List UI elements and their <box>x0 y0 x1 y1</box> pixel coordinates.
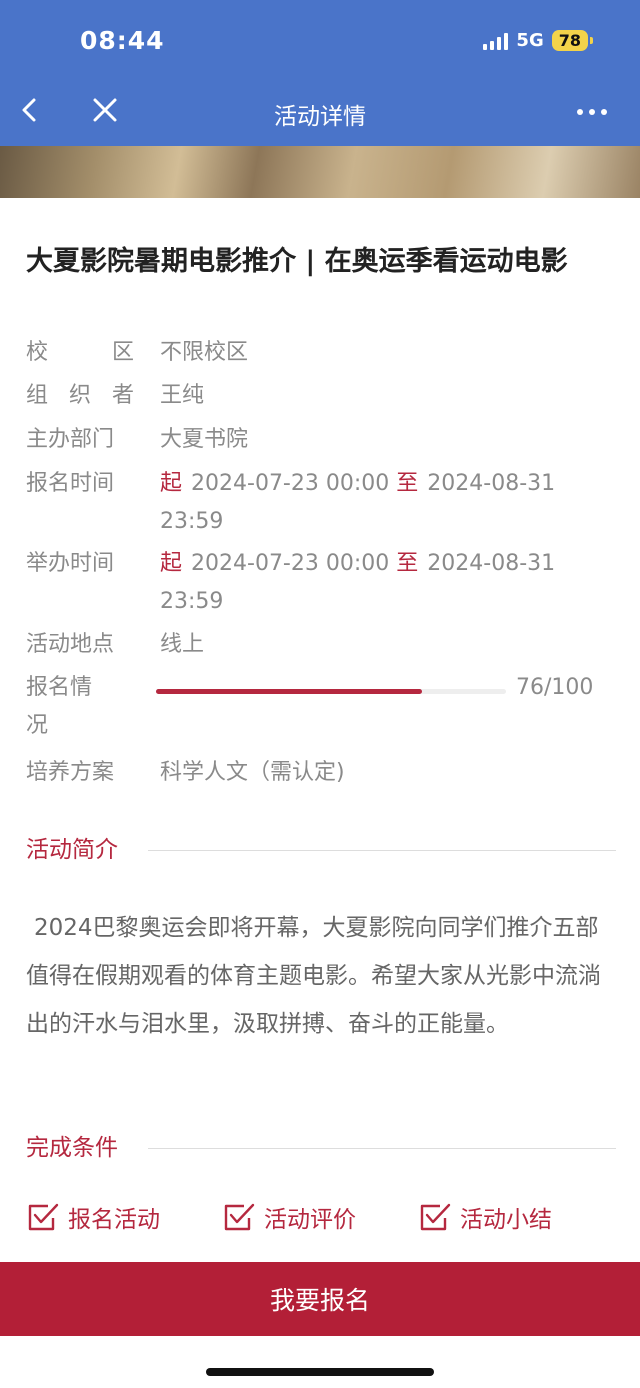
more-dots-icon <box>577 109 607 115</box>
hold-time-value: 起 2024-07-23 00:00 至 2024-08-31 23:59 <box>160 551 556 614</box>
program-value: 科学人文（需认定) <box>160 760 345 785</box>
condition-summary[interactable]: 活动小结 <box>418 1200 552 1234</box>
edit-check-icon <box>420 1203 451 1231</box>
divider <box>148 1148 616 1149</box>
intro-heading: 活动简介 <box>26 830 130 870</box>
campus-value: 不限校区 <box>160 340 249 365</box>
top-bar: 08:44 5G 78 活动详情 <box>0 0 640 146</box>
edit-check-icon <box>224 1203 255 1231</box>
signup-progress-bar <box>156 689 506 694</box>
host-dept-value: 大夏书院 <box>160 427 249 452</box>
network-type: 5G <box>516 30 544 51</box>
signup-time-value: 起 2024-07-23 00:00 至 2024-08-31 23:59 <box>160 471 556 534</box>
home-indicator <box>206 1368 434 1376</box>
conditions-heading: 完成条件 <box>26 1128 130 1168</box>
divider <box>148 850 616 851</box>
organizer-label: 组 织 者 <box>26 383 134 408</box>
conditions-section-header: 完成条件 <box>26 1128 616 1168</box>
signup-status-label: 报名情况 <box>26 675 93 738</box>
edit-check-icon <box>28 1203 59 1231</box>
condition-signup[interactable]: 报名活动 <box>26 1200 160 1234</box>
host-dept-label: 主办部门 <box>26 427 115 452</box>
banner-image <box>0 146 640 198</box>
location-label: 活动地点 <box>26 632 115 657</box>
intro-section-header: 活动简介 <box>26 830 616 870</box>
page-title: 活动详情 <box>274 104 366 130</box>
signup-progress-fill <box>156 689 422 694</box>
signal-icon <box>483 32 509 50</box>
location-value: 线上 <box>160 632 205 657</box>
signup-status-row: 报名情况 76/100 <box>26 669 616 749</box>
campus-label: 校 区 <box>26 340 134 365</box>
more-button[interactable] <box>572 90 612 130</box>
status-time: 08:44 <box>80 26 165 55</box>
signup-count: 76/100 <box>516 675 594 700</box>
condition-evaluation[interactable]: 活动评价 <box>222 1200 356 1234</box>
intro-text: 2024巴黎奥运会即将开幕，大夏影院向同学们推介五部值得在假期观看的体育主题电影… <box>26 915 601 1037</box>
organizer-value: 王纯 <box>160 383 205 408</box>
activity-title: 大夏影院暑期电影推介 | 在奥运季看运动电影 <box>26 246 568 277</box>
signup-button[interactable]: 我要报名 <box>0 1262 640 1336</box>
hold-time-label: 举办时间 <box>26 551 115 576</box>
conditions-list: 报名活动 活动评价 活动小结 <box>26 1200 616 1248</box>
program-label: 培养方案 <box>26 760 115 785</box>
signup-time-label: 报名时间 <box>26 471 115 496</box>
status-icons: 5G 78 <box>483 30 594 51</box>
battery-icon: 78 <box>551 30 594 51</box>
